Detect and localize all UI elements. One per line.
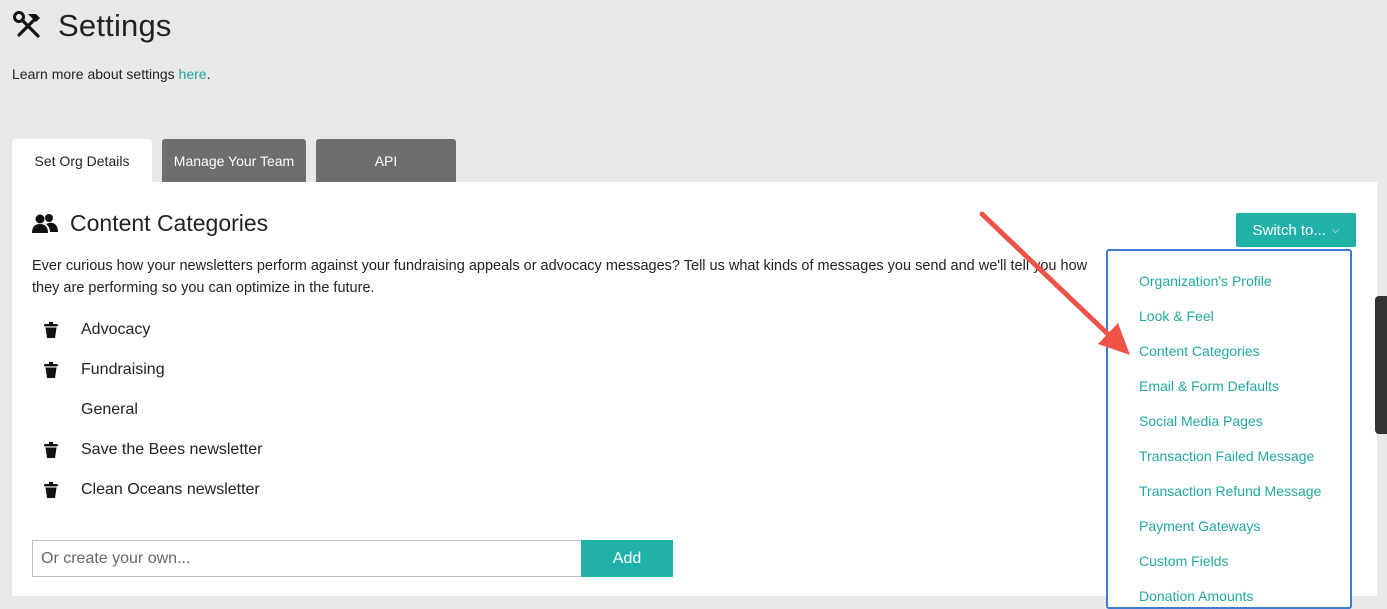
- chevron-down-icon: ⌵: [1331, 224, 1340, 236]
- category-label: General: [81, 401, 138, 418]
- menu-item-transaction-failed-message[interactable]: Transaction Failed Message: [1139, 448, 1314, 464]
- menu-item-social-media-pages[interactable]: Social Media Pages: [1139, 413, 1263, 429]
- tab-api[interactable]: API: [316, 139, 456, 182]
- menu-item-donation-amounts[interactable]: Donation Amounts: [1139, 588, 1253, 604]
- category-label: Save the Bees newsletter: [81, 441, 263, 458]
- section-title: Content Categories: [70, 210, 269, 236]
- users-icon: [32, 213, 58, 235]
- list-item: Clean Oceans newsletter: [32, 470, 262, 510]
- page-title: Settings: [58, 8, 172, 43]
- learn-more-text: Learn more about settings here.: [12, 66, 210, 82]
- category-label: Advocacy: [81, 321, 151, 338]
- category-list: Advocacy Fundraising General Save the Be…: [32, 310, 262, 510]
- feedback-side-tab[interactable]: [1375, 296, 1387, 434]
- create-category-input[interactable]: [32, 540, 581, 577]
- menu-item-look-and-feel[interactable]: Look & Feel: [1139, 308, 1214, 324]
- menu-item-content-categories[interactable]: Content Categories: [1139, 343, 1260, 359]
- page-header: Settings: [12, 8, 172, 44]
- settings-tabs: Set Org Details Manage Your Team API: [12, 139, 466, 182]
- learn-more-link[interactable]: here: [179, 66, 207, 82]
- menu-item-transaction-refund-message[interactable]: Transaction Refund Message: [1139, 483, 1321, 499]
- trash-icon[interactable]: [44, 322, 58, 338]
- list-item: Advocacy: [32, 310, 262, 350]
- section-description: Ever curious how your newsletters perfor…: [32, 258, 1088, 296]
- list-item: General: [32, 390, 262, 430]
- section-header: Content Categories: [32, 210, 268, 237]
- switch-to-dropdown: Organization's Profile Look & Feel Conte…: [1106, 249, 1352, 609]
- list-item: Fundraising: [32, 350, 262, 390]
- menu-item-payment-gateways[interactable]: Payment Gateways: [1139, 518, 1260, 534]
- menu-item-email-form-defaults[interactable]: Email & Form Defaults: [1139, 378, 1279, 394]
- learn-more-label: Learn more about settings: [12, 66, 179, 82]
- trash-placeholder: [44, 402, 58, 418]
- trash-icon[interactable]: [44, 482, 58, 498]
- category-label: Clean Oceans newsletter: [81, 481, 260, 498]
- menu-item-organizations-profile[interactable]: Organization's Profile: [1139, 273, 1272, 289]
- category-label: Fundraising: [81, 361, 165, 378]
- create-category-row: Add: [32, 540, 673, 577]
- list-item: Save the Bees newsletter: [32, 430, 262, 470]
- trash-icon[interactable]: [44, 362, 58, 378]
- switch-to-label: Switch to...: [1252, 221, 1326, 239]
- trash-icon[interactable]: [44, 442, 58, 458]
- learn-more-suffix: .: [206, 66, 211, 82]
- switch-to-button[interactable]: Switch to... ⌵: [1236, 213, 1356, 247]
- hammer-wrench-icon: [12, 9, 46, 43]
- add-button[interactable]: Add: [581, 540, 673, 577]
- menu-item-custom-fields[interactable]: Custom Fields: [1139, 553, 1228, 569]
- tab-manage-your-team[interactable]: Manage Your Team: [162, 139, 306, 182]
- tab-set-org-details[interactable]: Set Org Details: [12, 139, 152, 182]
